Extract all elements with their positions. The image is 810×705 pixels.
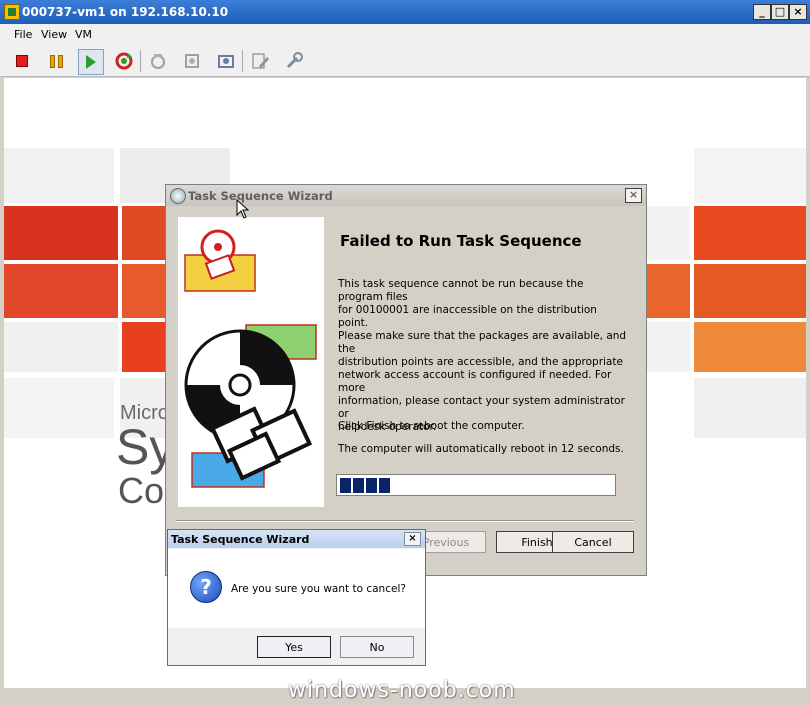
console-options-icon[interactable] <box>282 49 306 73</box>
wizard-heading: Failed to Run Task Sequence <box>340 232 582 250</box>
wizard-divider <box>176 520 634 522</box>
watermark: windows-noob.com <box>288 678 516 703</box>
revert-icon[interactable] <box>180 49 204 73</box>
window-title: 000737-vm1 on 192.168.10.10 <box>22 5 229 19</box>
wizard-error-message: This task sequence cannot be run because… <box>338 278 628 434</box>
reboot-countdown: The computer will automatically reboot i… <box>338 443 624 455</box>
task-sequence-wizard: Task Sequence Wizard × Failed to Run Tas… <box>165 184 647 576</box>
confirm-title: Task Sequence Wizard <box>171 533 310 546</box>
pause-icon[interactable] <box>44 49 68 73</box>
wizard-app-icon <box>170 188 186 204</box>
toolbar <box>0 44 810 77</box>
wizard-illustration <box>178 217 324 507</box>
cancel-confirmation-dialog: Task Sequence Wizard × ? Are you sure yo… <box>167 529 426 666</box>
yes-button[interactable]: Yes <box>257 636 331 658</box>
progress-segment <box>366 478 377 493</box>
error-line: for 00100001 are inaccessible on the dis… <box>338 304 597 329</box>
wizard-close-button[interactable]: × <box>625 188 642 203</box>
error-line: distribution points are accessible, and … <box>338 356 623 368</box>
snapshot-icon[interactable] <box>146 49 170 73</box>
question-icon: ? <box>190 571 222 603</box>
error-line: network access account is configured if … <box>338 369 612 394</box>
menu-view[interactable]: View <box>41 28 67 41</box>
stop-icon[interactable] <box>10 49 34 73</box>
error-line: This task sequence cannot be run because… <box>338 278 584 303</box>
cancel-button[interactable]: Cancel <box>552 531 634 553</box>
app-icon <box>4 4 20 20</box>
manage-snapshots-icon[interactable] <box>214 49 238 73</box>
brand-line-3: Co <box>118 470 165 511</box>
wizard-title: Task Sequence Wizard <box>188 189 333 203</box>
menu-bar: File View VM <box>0 24 810 44</box>
window-titlebar: 000737-vm1 on 192.168.10.10 _ □ × <box>0 0 810 24</box>
confirm-titlebar: Task Sequence Wizard × <box>168 530 425 548</box>
progress-segment <box>379 478 390 493</box>
progress-segment <box>353 478 364 493</box>
play-icon[interactable] <box>78 49 104 75</box>
menu-file[interactable]: File <box>14 28 32 41</box>
confirm-close-button[interactable]: × <box>404 532 421 546</box>
error-line: Please make sure that the packages are a… <box>338 330 627 355</box>
confirm-message: Are you sure you want to cancel? <box>231 583 406 595</box>
reset-icon[interactable] <box>112 49 136 73</box>
close-button[interactable]: × <box>789 4 807 20</box>
progress-segment <box>340 478 351 493</box>
mouse-cursor <box>236 198 250 223</box>
finish-note: Click Finish to reboot the computer. <box>338 420 525 432</box>
reboot-progress-bar <box>336 474 616 496</box>
no-button[interactable]: No <box>340 636 414 658</box>
menu-vm[interactable]: VM <box>75 28 92 41</box>
error-line: information, please contact your system … <box>338 395 625 420</box>
minimize-button[interactable]: _ <box>753 4 771 20</box>
maximize-button[interactable]: □ <box>771 4 789 20</box>
edit-settings-icon[interactable] <box>248 49 272 73</box>
